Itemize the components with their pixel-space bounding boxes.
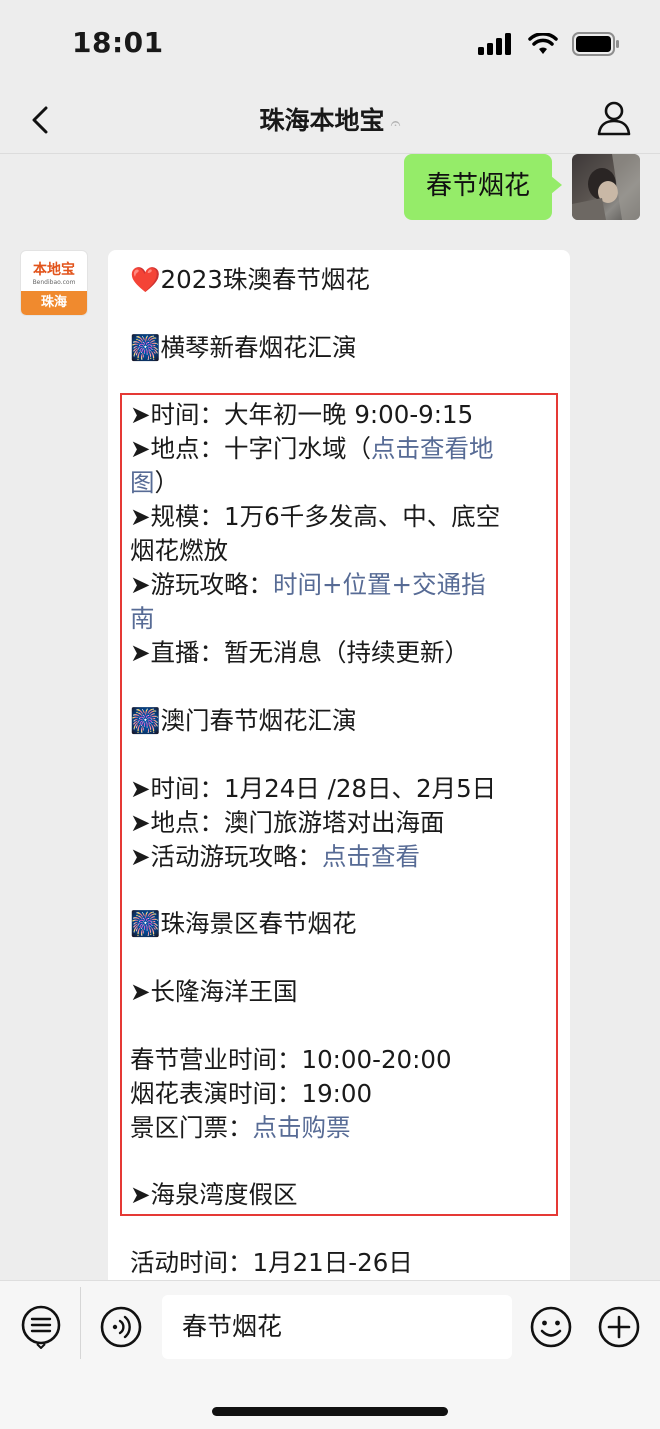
message-line: 🎆澳门春节烟花汇演 [130, 706, 357, 735]
emoji-icon[interactable] [529, 1305, 573, 1349]
message-line: ➤长隆海洋王国 [130, 977, 298, 1006]
signal-icon [478, 33, 511, 55]
chat-title-text: 珠海本地宝 [259, 106, 385, 135]
chat-area[interactable]: 春节烟花 本地宝 Bendibao.com 珠海 ❤️2023珠澳春节烟花 🎆横… [0, 154, 660, 1280]
message-line: ➤规模：1万6千多发高、中、底空 [130, 502, 501, 531]
map-link-cont[interactable]: 图 [130, 468, 155, 497]
guide-link-cont[interactable]: 南 [130, 604, 155, 633]
nav-bar: 珠海本地宝 𝄐 [0, 88, 660, 154]
firework-icon: 🎆 [130, 333, 161, 362]
message-line: 景区门票：点击购票 [130, 1113, 351, 1142]
heart-icon: ❤️ [130, 265, 161, 294]
profile-icon[interactable] [596, 98, 632, 138]
macau-guide-link[interactable]: 点击查看 [322, 842, 420, 871]
wifi-icon [528, 33, 558, 54]
self-avatar[interactable] [572, 154, 640, 220]
input-bar: 春节烟花 [0, 1280, 660, 1429]
message-line: 烟花表演时间：19:00 [130, 1079, 373, 1108]
menu-icon[interactable] [19, 1305, 63, 1349]
message-input[interactable]: 春节烟花 [162, 1295, 512, 1359]
logo-url-text: Bendibao.com [32, 279, 76, 286]
battery-icon [572, 32, 619, 56]
message-line: 烟花燃放 [130, 536, 228, 565]
message-line: ➤地点：十字门水域（点击查看地 [130, 434, 494, 463]
status-icons [478, 32, 620, 56]
message-line: 🎆珠海景区春节烟花 [130, 909, 357, 938]
firework-icon: 🎆 [130, 909, 161, 938]
message-input-value: 春节烟花 [182, 1312, 283, 1341]
home-indicator[interactable] [212, 1407, 448, 1416]
logo-bottom-text: 珠海 [21, 291, 87, 315]
message-line: ➤活动游玩攻略：点击查看 [130, 842, 421, 871]
message-line: ➤时间：大年初一晚 9:00-9:15 [130, 400, 474, 429]
map-link[interactable]: 点击查看地 [371, 434, 494, 463]
received-message-bubble[interactable]: ❤️2023珠澳春节烟花 🎆横琴新春烟花汇演 ➤时间：大年初一晚 9:00-9:… [108, 250, 570, 1280]
message-line: 活动时间：1月21日-26日 [130, 1248, 413, 1277]
message-line: ➤游玩攻略：时间+位置+交通指 [130, 570, 486, 599]
message-line: 南 [130, 602, 155, 636]
avatar-photo [572, 154, 640, 220]
menu-divider [80, 1287, 81, 1359]
status-time: 18:01 [72, 26, 164, 59]
ticket-link[interactable]: 点击购票 [253, 1113, 351, 1142]
status-bar: 18:01 [0, 0, 660, 88]
message-line: ❤️2023珠澳春节烟花 [130, 265, 370, 294]
message-line: ➤地点：澳门旅游塔对出海面 [130, 808, 445, 837]
guide-link[interactable]: 时间+位置+交通指 [273, 570, 486, 599]
message-line: ➤海泉湾度假区 [130, 1180, 298, 1209]
message-line: ➤直播：暂无消息（持续更新） [130, 638, 470, 667]
logo-top-text: 本地宝 [33, 262, 75, 278]
voice-icon[interactable] [99, 1305, 143, 1349]
message-line: ➤时间：1月24日 /28日、2月5日 [130, 774, 497, 803]
plus-icon[interactable] [597, 1305, 641, 1349]
official-account-avatar[interactable]: 本地宝 Bendibao.com 珠海 [20, 250, 88, 316]
message-line: 🎆横琴新春烟花汇演 [130, 333, 357, 362]
chat-title: 珠海本地宝 𝄐 [0, 101, 660, 137]
message-line: 春节营业时间：10:00-20:00 [130, 1045, 452, 1074]
message-line: 图） [130, 468, 179, 497]
sent-message-bubble[interactable]: 春节烟花 [403, 154, 563, 220]
firework-icon: 🎆 [130, 706, 161, 735]
ear-mode-icon: 𝄐 [390, 113, 401, 134]
